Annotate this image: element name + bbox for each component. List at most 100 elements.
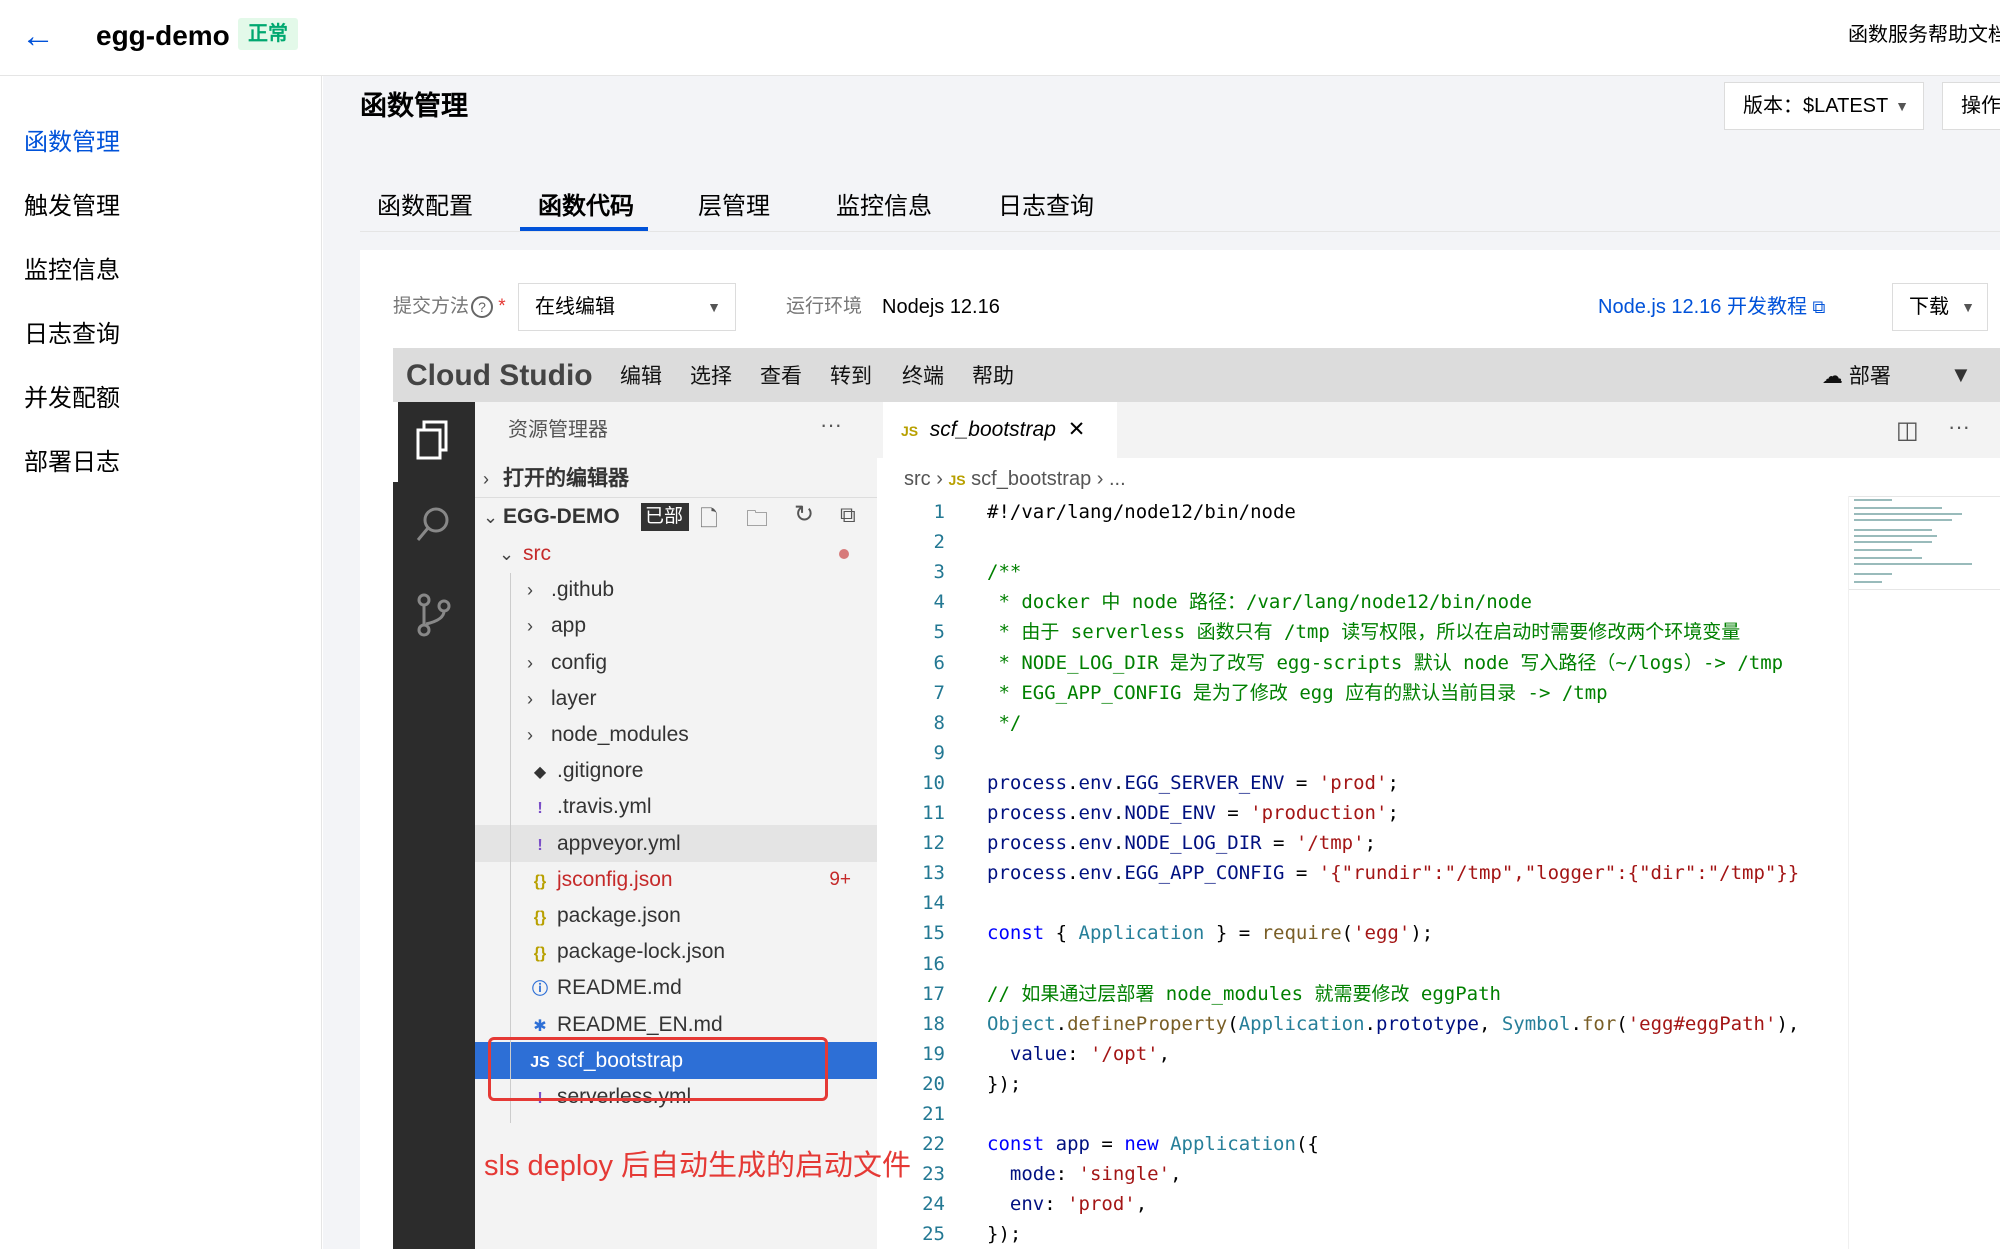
- file-tree-item[interactable]: › app: [475, 607, 877, 644]
- file-tree-item[interactable]: › node_modules: [475, 716, 877, 753]
- code-line[interactable]: 3 /**: [877, 557, 2000, 587]
- folder-icon: ›: [527, 580, 533, 601]
- file-tree-label: appveyor.yml: [557, 831, 681, 855]
- code-line[interactable]: 15 const { Application } = require('egg')…: [877, 918, 2000, 948]
- file-tree-item[interactable]: ! appveyor.yml: [475, 824, 877, 862]
- code-line[interactable]: 21: [877, 1099, 2000, 1129]
- code-line[interactable]: 17 // 如果通过层部署 node_modules 就需要修改 eggPath: [877, 979, 2000, 1009]
- back-arrow-icon[interactable]: ←: [18, 16, 58, 56]
- file-tree-item[interactable]: {} package.json: [475, 897, 877, 934]
- code-line[interactable]: 22 const app = new Application({: [877, 1129, 2000, 1159]
- minimap[interactable]: [1852, 496, 1982, 596]
- menu-edit[interactable]: 编辑: [620, 362, 662, 392]
- line-number: 5: [933, 621, 945, 644]
- version-select[interactable]: 版本：$LATEST ▼: [1724, 82, 1924, 130]
- refresh-icon[interactable]: ↻: [794, 500, 814, 529]
- source-control-icon[interactable]: [410, 590, 458, 638]
- sidebar-item-trigger-manage[interactable]: 触发管理: [24, 190, 120, 224]
- sidebar: [0, 76, 322, 1249]
- menu-terminal[interactable]: 终端: [902, 362, 944, 392]
- minimap-divider: [1848, 496, 1849, 1249]
- open-editors-section[interactable]: › 打开的编辑器: [475, 460, 877, 497]
- cloud-upload-icon: ☁: [1822, 365, 1843, 388]
- external-link-icon: ⧉: [1812, 297, 1826, 317]
- deployed-badge: 已部: [641, 503, 689, 531]
- file-tree-item[interactable]: ! .travis.yml: [475, 788, 877, 825]
- menu-collapse-icon[interactable]: ▼: [1950, 362, 1972, 388]
- menu-select[interactable]: 选择: [690, 362, 732, 392]
- tab-log-query[interactable]: 日志查询: [998, 190, 1094, 224]
- code-line[interactable]: 18 Object.defineProperty(Application.prot…: [877, 1009, 2000, 1039]
- files-icon[interactable]: [410, 416, 458, 464]
- help-doc-link[interactable]: 函数服务帮助文档: [1848, 20, 2000, 50]
- code-line[interactable]: 1 #!/var/lang/node12/bin/node: [877, 497, 2000, 527]
- file-tree-label: .gitignore: [557, 759, 644, 783]
- tab-layer-manage[interactable]: 层管理: [698, 190, 770, 224]
- code-line[interactable]: 16: [877, 949, 2000, 979]
- code-line[interactable]: 10 process.env.EGG_SERVER_ENV = 'prod';: [877, 768, 2000, 798]
- submit-method-select[interactable]: 在线编辑 ▼: [518, 283, 736, 331]
- code-line[interactable]: 4 * docker 中 node 路径：/var/lang/node12/bi…: [877, 587, 2000, 617]
- deploy-button[interactable]: ☁ 部署: [1822, 362, 1891, 392]
- code-line[interactable]: 9: [877, 738, 2000, 768]
- line-number: 21: [922, 1103, 945, 1125]
- ops-button[interactable]: 操作: [1942, 82, 2000, 130]
- code-text: value: '/opt',: [1009, 1042, 1171, 1065]
- code-line[interactable]: 24 env: 'prod',: [877, 1189, 2000, 1219]
- editor-tab-scf-bootstrap[interactable]: JS scf_bootstrap ✕: [883, 402, 1117, 458]
- sidebar-item-concurrency[interactable]: 并发配额: [24, 382, 120, 416]
- tab-function-config[interactable]: 函数配置: [377, 190, 473, 224]
- sidebar-item-function-manage[interactable]: 函数管理: [24, 126, 120, 160]
- code-line[interactable]: 6 * NODE_LOG_DIR 是为了改写 egg-scripts 默认 no…: [877, 648, 2000, 678]
- code-line[interactable]: 5 * 由于 serverless 函数只有 /tmp 读写权限，所以在启动时需…: [877, 617, 2000, 647]
- split-editor-icon[interactable]: ◫: [1896, 416, 1919, 445]
- code-line[interactable]: 7 * EGG_APP_CONFIG 是为了修改 egg 应有的默认当前目录 -…: [877, 678, 2000, 708]
- info-icon: ⓘ: [531, 981, 548, 999]
- file-tree-item[interactable]: › .github: [475, 571, 877, 608]
- yaml-icon: !: [537, 836, 543, 854]
- editor-more-icon[interactable]: ···: [1948, 414, 1970, 440]
- line-number: 6: [933, 651, 945, 674]
- file-tree-item[interactable]: ◆ .gitignore: [475, 752, 877, 789]
- file-tree-item[interactable]: › config: [475, 644, 877, 681]
- code-line[interactable]: 20});: [877, 1069, 2000, 1099]
- app-name: egg-demo: [96, 20, 230, 51]
- code-line[interactable]: 11 process.env.NODE_ENV = 'production';: [877, 798, 2000, 828]
- close-icon[interactable]: ✕: [1068, 418, 1086, 441]
- folder-icon: ›: [527, 688, 533, 709]
- sidebar-item-deploy-log[interactable]: 部署日志: [24, 446, 120, 480]
- breadcrumb: src › JS scf_bootstrap › ...: [904, 468, 1126, 490]
- collapse-all-icon[interactable]: ⧉: [840, 502, 856, 528]
- download-button[interactable]: 下载 ▼: [1892, 283, 1988, 331]
- tab-function-code[interactable]: 函数代码: [538, 190, 634, 224]
- code-line[interactable]: 13 process.env.EGG_APP_CONFIG = '{"rundir…: [877, 858, 2000, 888]
- code-line[interactable]: 2: [877, 527, 2000, 557]
- code-line[interactable]: 12 process.env.NODE_LOG_DIR = '/tmp';: [877, 828, 2000, 858]
- menu-help[interactable]: 帮助: [972, 362, 1014, 392]
- sidebar-item-log-query[interactable]: 日志查询: [24, 318, 120, 352]
- breadcrumb-file[interactable]: scf_bootstrap: [971, 468, 1091, 490]
- line-number: 3: [933, 561, 945, 584]
- tab-monitor[interactable]: 监控信息: [836, 190, 932, 224]
- breadcrumb-folder[interactable]: src: [904, 468, 931, 490]
- code-line[interactable]: 25});: [877, 1219, 2000, 1249]
- tutorial-link[interactable]: Node.js 12.16 开发教程 ⧉: [1598, 292, 1825, 322]
- code-line[interactable]: 23 mode: 'single',: [877, 1159, 2000, 1189]
- code-line[interactable]: 14: [877, 888, 2000, 918]
- file-tree-item[interactable]: ⌄ src: [475, 535, 877, 572]
- code-line[interactable]: 8 */: [877, 708, 2000, 738]
- sidebar-item-monitor[interactable]: 监控信息: [24, 254, 120, 288]
- more-icon[interactable]: ···: [820, 412, 842, 438]
- search-icon[interactable]: [410, 500, 458, 548]
- file-tree-item[interactable]: {} package-lock.json: [475, 933, 877, 970]
- code-line[interactable]: 19 value: '/opt',: [877, 1039, 2000, 1069]
- menu-view[interactable]: 查看: [760, 362, 802, 392]
- file-tree-label: src: [523, 542, 551, 565]
- file-tree-item[interactable]: ⓘ README.md: [475, 969, 877, 1006]
- file-tree-label: .travis.yml: [557, 795, 652, 819]
- menu-goto[interactable]: 转到: [830, 362, 872, 392]
- help-circle-icon[interactable]: ?: [471, 296, 494, 318]
- file-tree-item[interactable]: {} jsconfig.json 9+: [475, 861, 877, 898]
- file-tree-item[interactable]: › layer: [475, 680, 877, 717]
- line-number: 8: [933, 711, 945, 734]
